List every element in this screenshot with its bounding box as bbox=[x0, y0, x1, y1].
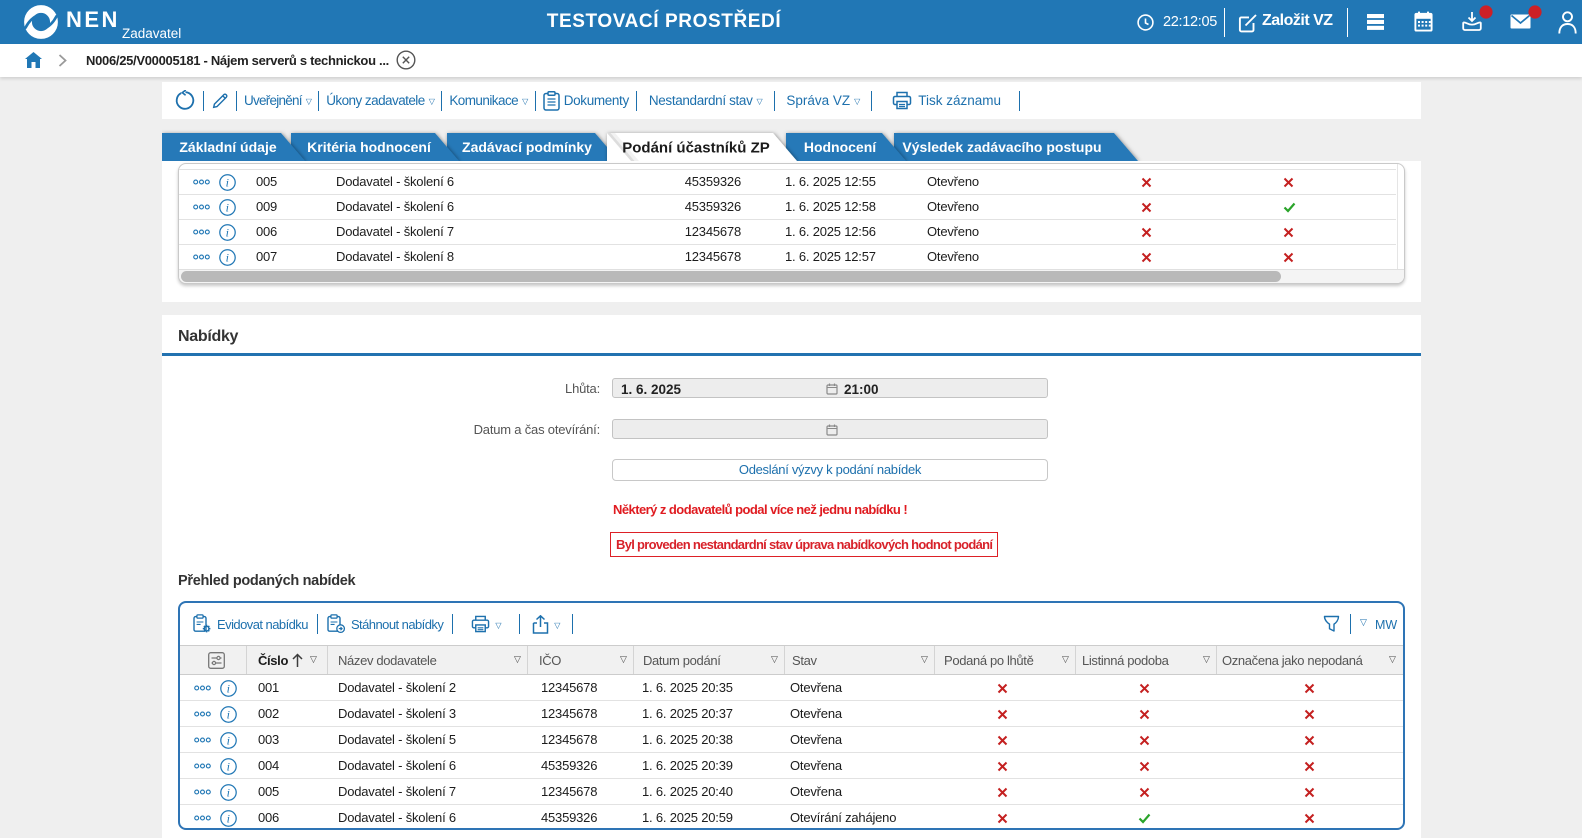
svg-text:Podání účastníků ZP: Podání účastníků ZP bbox=[622, 140, 770, 157]
svg-text:i: i bbox=[226, 201, 229, 215]
svg-text:Kritéria hodnocení: Kritéria hodnocení bbox=[307, 139, 432, 155]
svg-text:i: i bbox=[227, 682, 230, 696]
svg-text:i: i bbox=[227, 708, 230, 722]
svg-text:Zadávací podmínky: Zadávací podmínky bbox=[462, 139, 592, 155]
svg-text:i: i bbox=[226, 251, 229, 265]
svg-text:Hodnocení: Hodnocení bbox=[804, 139, 877, 155]
svg-text:Základní údaje: Základní údaje bbox=[179, 139, 276, 155]
svg-text:i: i bbox=[227, 734, 230, 748]
svg-text:i: i bbox=[227, 812, 230, 826]
svg-text:Výsledek zadávacího postupu: Výsledek zadávacího postupu bbox=[902, 139, 1101, 155]
svg-text:i: i bbox=[227, 760, 230, 774]
svg-text:i: i bbox=[227, 786, 230, 800]
svg-text:i: i bbox=[226, 226, 229, 240]
svg-text:i: i bbox=[226, 176, 229, 190]
